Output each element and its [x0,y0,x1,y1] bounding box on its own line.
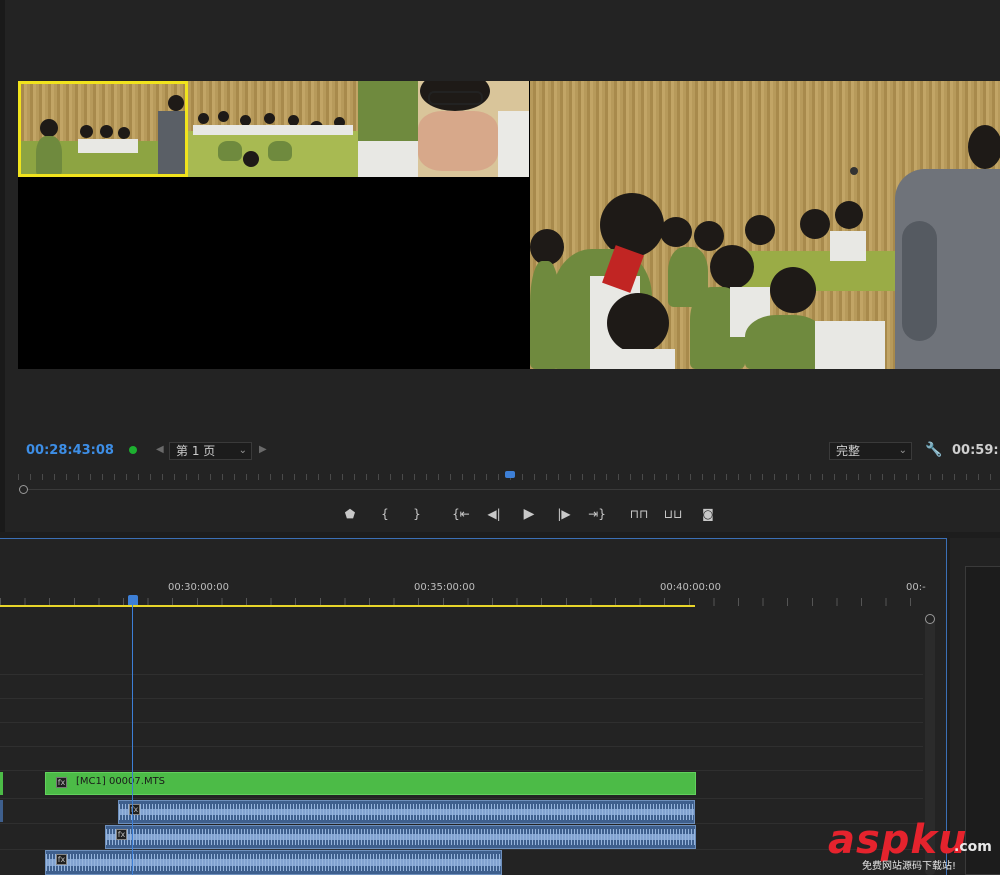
status-dot-icon [129,446,137,454]
selected-angle-highlight [18,81,188,177]
track-divider [0,770,923,771]
next-page-icon[interactable]: ▶ [259,444,267,455]
work-area-bar[interactable] [0,605,695,607]
zoom-handle[interactable] [19,485,28,494]
audio-clip-2[interactable]: fx [105,825,696,849]
watermark-tagline: 免费网站源码下载站! [862,861,957,872]
clip-edge[interactable] [0,772,3,795]
duration-timecode: 00:59:1 [952,443,1000,458]
ruler-label: 00:30:00:00 [168,582,230,593]
marker-icon[interactable]: ⬟ [339,505,361,523]
site-watermark-logo: aspku .com 免费网站源码下载站! [828,817,1000,875]
clip-name: [MC1] 00007.MTS [76,776,166,787]
audio-waveform [46,854,501,871]
watermark-tld: .com [954,839,992,855]
page-select-value: 第 1 页 [176,444,216,458]
fx-badge-icon[interactable]: fx [56,854,67,865]
ruler-label: 00:40:00:00 [660,582,722,593]
prev-page-icon[interactable]: ◀ [156,444,164,455]
go-to-out-icon[interactable]: ⇥} [586,505,608,523]
audio-waveform [119,804,694,820]
clip-edge[interactable] [0,800,3,822]
page-select[interactable]: 第 1 页 ⌄ [169,442,252,460]
track-divider [0,698,923,699]
track-divider [0,722,923,723]
program-output-frame [530,81,1000,369]
ruler-label: 00:- [906,582,926,593]
wrench-icon[interactable]: 🔧 [925,442,942,458]
video-clip[interactable]: fx [MC1] 00007.MTS [45,772,696,795]
track-divider [0,798,923,799]
audio-waveform [106,829,695,845]
monitor-zoom-bar[interactable] [22,489,1000,490]
go-to-in-icon[interactable]: {⇤ [450,505,472,523]
chevron-down-icon: ⌄ [238,445,247,456]
ruler-label: 00:35:00:00 [414,582,476,593]
mark-out-icon[interactable]: } [406,505,428,523]
chevron-down-icon: ⌄ [898,445,907,456]
extract-icon[interactable]: ⊔⊔ [662,505,684,523]
mark-in-icon[interactable]: { [374,505,396,523]
timeline-playhead-line[interactable] [132,603,133,875]
monitor-playhead[interactable] [505,471,515,478]
current-timecode[interactable]: 00:28:43:08 [26,443,114,458]
audio-clip-1[interactable]: fx [118,800,695,824]
camera-angle-3[interactable] [358,81,529,177]
play-icon[interactable]: ▶ [518,505,540,523]
fx-badge-icon[interactable]: fx [129,804,140,815]
scrollbar-handle[interactable] [925,614,935,624]
lift-icon[interactable]: ⊓⊓ [628,505,650,523]
track-divider [0,674,923,675]
playback-resolution-value: 完整 [836,444,861,458]
step-forward-icon[interactable]: |▶ [553,505,575,523]
fx-badge-icon[interactable]: fx [56,777,67,788]
panel-edge [0,0,5,532]
multicam-video-area[interactable] [18,81,1000,369]
camera-icon[interactable]: ◙ [697,505,719,523]
step-back-icon[interactable]: ◀| [483,505,505,523]
fx-badge-icon[interactable]: fx [116,829,127,840]
audio-clip-3[interactable]: fx [45,850,502,875]
playback-resolution-select[interactable]: 完整 ⌄ [829,442,912,460]
timeline-playhead-handle[interactable] [128,595,138,605]
track-divider [0,746,923,747]
camera-angle-2[interactable] [188,81,358,177]
